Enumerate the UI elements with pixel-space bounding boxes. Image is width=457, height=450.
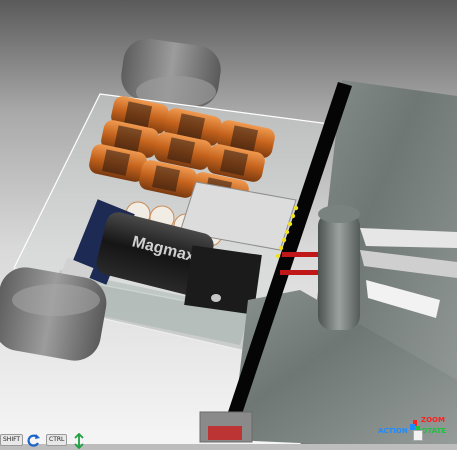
3d-viewport[interactable]: Magmax SHIFT CTRL ZOOM ACTION ROTATE <box>0 0 457 450</box>
switch-knob <box>211 294 221 302</box>
action-label[interactable]: ACTION <box>378 427 408 435</box>
gizmo-cube[interactable] <box>413 430 423 441</box>
robot-model-render[interactable]: Magmax <box>0 0 457 450</box>
zoom-label[interactable]: ZOOM <box>421 416 445 424</box>
ctrl-key[interactable]: CTRL <box>46 434 68 446</box>
control-bar: SHIFT CTRL <box>0 433 457 450</box>
control-bar-bg <box>0 444 457 450</box>
shift-key[interactable]: SHIFT <box>0 434 24 446</box>
support-cylinder <box>318 205 360 330</box>
move-updown-icon[interactable] <box>73 433 85 449</box>
rotate-icon[interactable] <box>27 433 41 447</box>
